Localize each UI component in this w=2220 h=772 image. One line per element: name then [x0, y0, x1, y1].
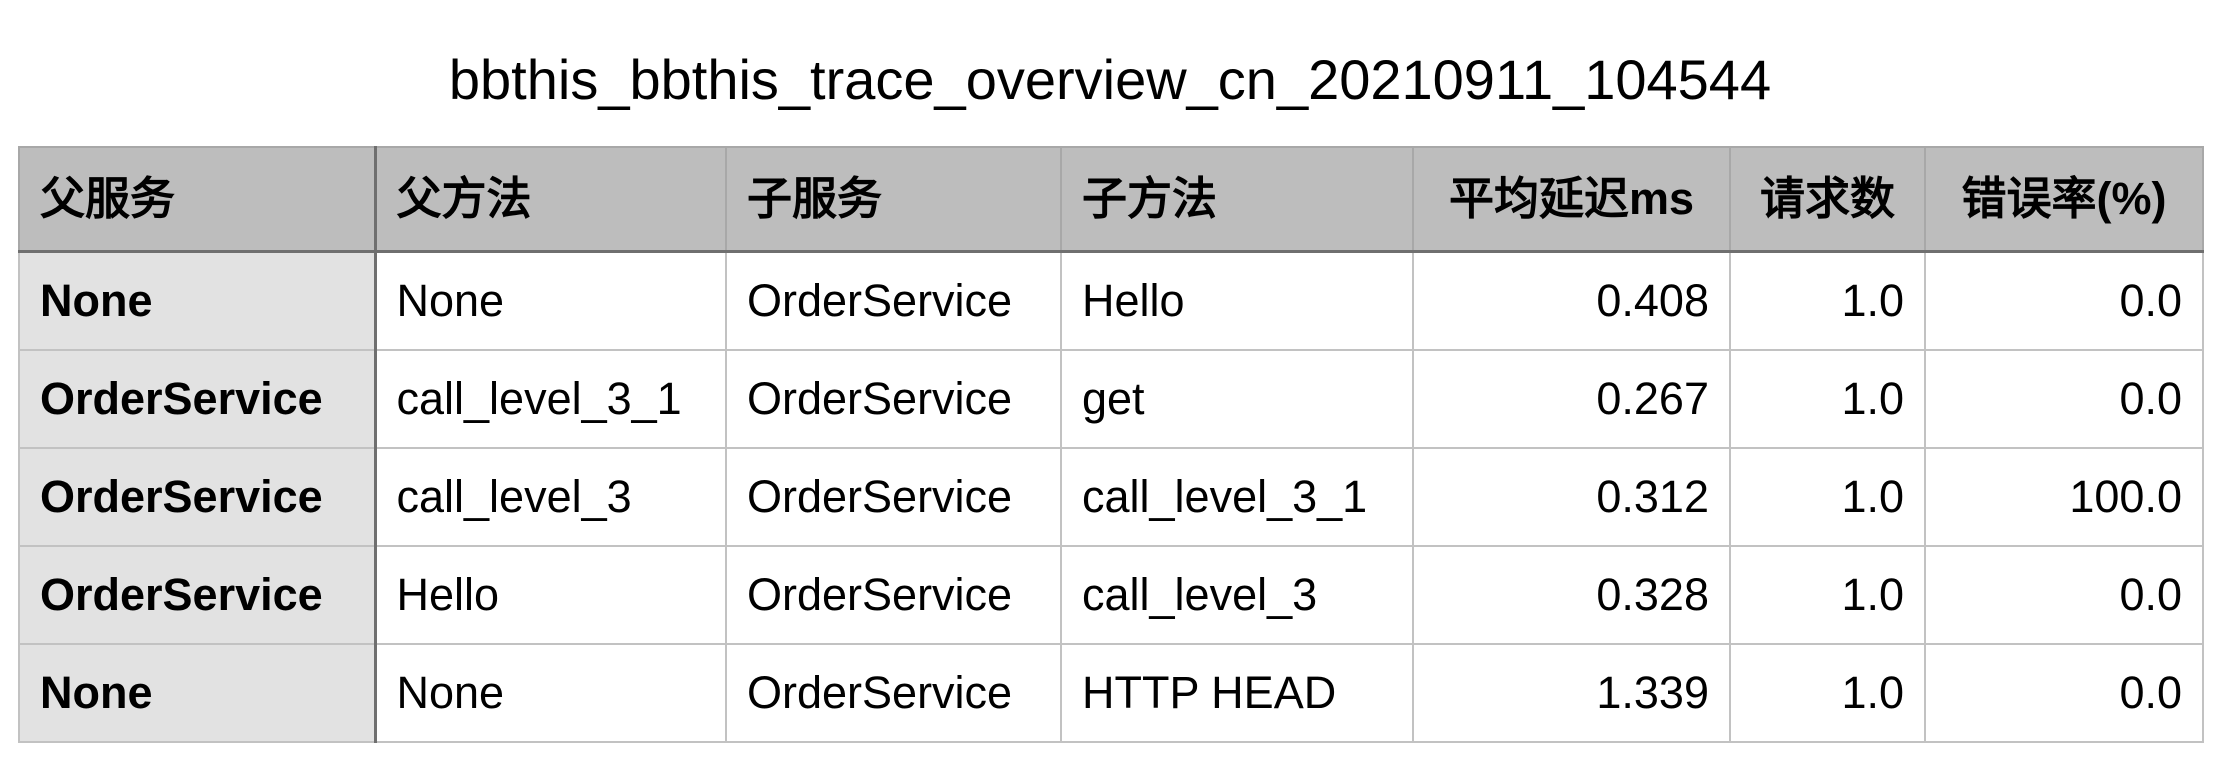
cell-parent-service[interactable]: None: [18, 250, 377, 351]
cell-child-service[interactable]: OrderService: [725, 545, 1062, 645]
cell-avg-latency[interactable]: 0.328: [1412, 545, 1731, 645]
cell-request-count[interactable]: 1.0: [1729, 545, 1926, 645]
cell-avg-latency[interactable]: 0.312: [1412, 447, 1731, 547]
header-row: 父服务 父方法 子服务 子方法 平均延迟ms 请求数 错误率(%): [18, 146, 2204, 253]
column-header-request-count[interactable]: 请求数: [1729, 146, 1926, 253]
column-header-parent-service[interactable]: 父服务: [18, 146, 377, 253]
cell-request-count[interactable]: 1.0: [1729, 447, 1926, 547]
column-header-child-service[interactable]: 子服务: [725, 146, 1062, 253]
cell-parent-method[interactable]: None: [374, 250, 727, 351]
column-header-child-method[interactable]: 子方法: [1060, 146, 1414, 253]
cell-parent-method[interactable]: None: [374, 643, 727, 743]
table-row: OrderService call_level_3 OrderService c…: [18, 447, 2204, 547]
table-row: OrderService Hello OrderService call_lev…: [18, 545, 2204, 645]
cell-request-count[interactable]: 1.0: [1729, 250, 1926, 351]
cell-error-rate[interactable]: 0.0: [1924, 545, 2204, 645]
cell-error-rate[interactable]: 0.0: [1924, 349, 2204, 449]
cell-request-count[interactable]: 1.0: [1729, 349, 1926, 449]
cell-error-rate[interactable]: 100.0: [1924, 447, 2204, 547]
cell-parent-method[interactable]: call_level_3_1: [374, 349, 727, 449]
column-header-error-rate[interactable]: 错误率(%): [1924, 146, 2204, 253]
cell-parent-method[interactable]: Hello: [374, 545, 727, 645]
cell-parent-service[interactable]: OrderService: [18, 349, 377, 449]
cell-avg-latency[interactable]: 1.339: [1412, 643, 1731, 743]
trace-overview-table: 父服务 父方法 子服务 子方法 平均延迟ms 请求数 错误率(%) None N…: [18, 146, 2204, 743]
cell-error-rate[interactable]: 0.0: [1924, 643, 2204, 743]
sheet-title: bbthis_bbthis_trace_overview_cn_20210911…: [448, 48, 1772, 111]
cell-child-method[interactable]: HTTP HEAD: [1060, 643, 1414, 743]
cell-parent-service[interactable]: OrderService: [18, 545, 377, 645]
cell-child-method[interactable]: call_level_3_1: [1060, 447, 1414, 547]
cell-child-method[interactable]: call_level_3: [1060, 545, 1414, 645]
cell-error-rate[interactable]: 0.0: [1924, 250, 2204, 351]
cell-parent-service[interactable]: None: [18, 643, 377, 743]
cell-child-service[interactable]: OrderService: [725, 643, 1062, 743]
cell-child-service[interactable]: OrderService: [725, 250, 1062, 351]
table-row: None None OrderService Hello 0.408 1.0 0…: [18, 250, 2204, 351]
column-header-parent-method[interactable]: 父方法: [374, 146, 727, 253]
cell-child-service[interactable]: OrderService: [725, 349, 1062, 449]
column-header-avg-latency[interactable]: 平均延迟ms: [1412, 146, 1731, 253]
cell-parent-service[interactable]: OrderService: [18, 447, 377, 547]
table-row: None None OrderService HTTP HEAD 1.339 1…: [18, 643, 2204, 743]
cell-child-method[interactable]: get: [1060, 349, 1414, 449]
cell-parent-method[interactable]: call_level_3: [374, 447, 727, 547]
table-row: OrderService call_level_3_1 OrderService…: [18, 349, 2204, 449]
cell-avg-latency[interactable]: 0.267: [1412, 349, 1731, 449]
cell-request-count[interactable]: 1.0: [1729, 643, 1926, 743]
cell-avg-latency[interactable]: 0.408: [1412, 250, 1731, 351]
cell-child-service[interactable]: OrderService: [725, 447, 1062, 547]
cell-child-method[interactable]: Hello: [1060, 250, 1414, 351]
